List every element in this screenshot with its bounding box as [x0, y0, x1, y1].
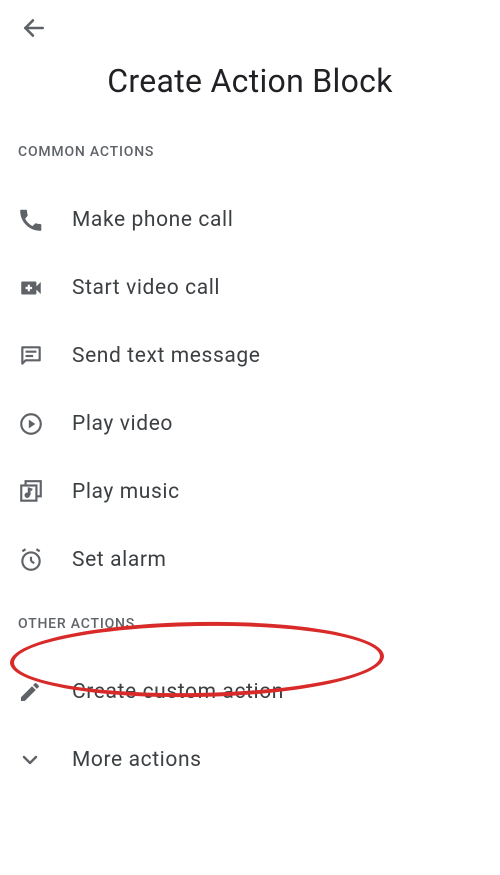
action-label: Start video call — [72, 276, 220, 300]
action-label: Play video — [72, 412, 173, 436]
action-make-phone-call[interactable]: Make phone call — [0, 186, 500, 254]
action-label: Play music — [72, 480, 180, 504]
action-create-custom[interactable]: Create custom action — [0, 658, 500, 726]
action-start-video-call[interactable]: Start video call — [0, 254, 500, 322]
action-label: Make phone call — [72, 208, 233, 232]
action-send-text-message[interactable]: Send text message — [0, 322, 500, 390]
play-music-icon — [18, 479, 52, 505]
action-set-alarm[interactable]: Set alarm — [0, 526, 500, 594]
page-title: Create Action Block — [0, 62, 500, 100]
action-label: Create custom action — [72, 680, 284, 704]
action-label: Send text message — [72, 344, 261, 368]
back-button[interactable] — [14, 8, 54, 48]
pencil-icon — [18, 680, 52, 704]
section-label-common: COMMON ACTIONS — [0, 144, 500, 160]
play-video-icon — [18, 411, 52, 437]
action-play-music[interactable]: Play music — [0, 458, 500, 526]
chevron-down-icon — [18, 748, 52, 772]
alarm-icon — [18, 547, 52, 573]
message-icon — [18, 343, 52, 369]
phone-icon — [18, 207, 52, 233]
back-arrow-icon — [21, 15, 47, 41]
action-more-actions[interactable]: More actions — [0, 726, 500, 794]
video-call-icon — [18, 275, 52, 301]
section-label-other: OTHER ACTIONS — [0, 616, 500, 632]
action-label: Set alarm — [72, 548, 167, 572]
action-play-video[interactable]: Play video — [0, 390, 500, 458]
action-label: More actions — [72, 748, 202, 772]
